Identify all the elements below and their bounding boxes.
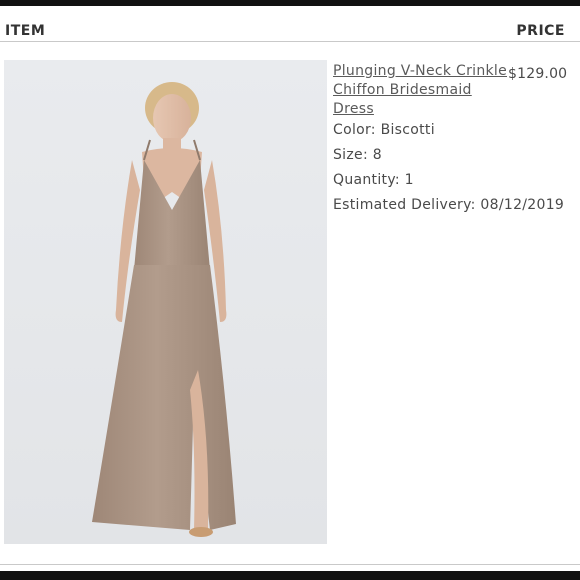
- product-size: Size: 8: [333, 147, 382, 163]
- product-price: $129.00: [508, 66, 568, 82]
- price-column-header: PRICE: [516, 23, 565, 39]
- bottom-border-bar: [0, 571, 580, 580]
- footer-divider: [0, 564, 580, 565]
- item-column-header: ITEM: [5, 23, 46, 39]
- header-divider: [0, 41, 580, 42]
- product-image[interactable]: [4, 60, 327, 544]
- product-color: Color: Biscotti: [333, 122, 435, 138]
- estimated-delivery: Estimated Delivery: 08/12/2019: [333, 197, 565, 213]
- product-quantity: Quantity: 1: [333, 172, 414, 188]
- dress-illustration: [92, 82, 236, 537]
- product-title-link[interactable]: Plunging V-Neck Crinkle Chiffon Bridesma…: [333, 62, 508, 119]
- top-border-bar: [0, 0, 580, 6]
